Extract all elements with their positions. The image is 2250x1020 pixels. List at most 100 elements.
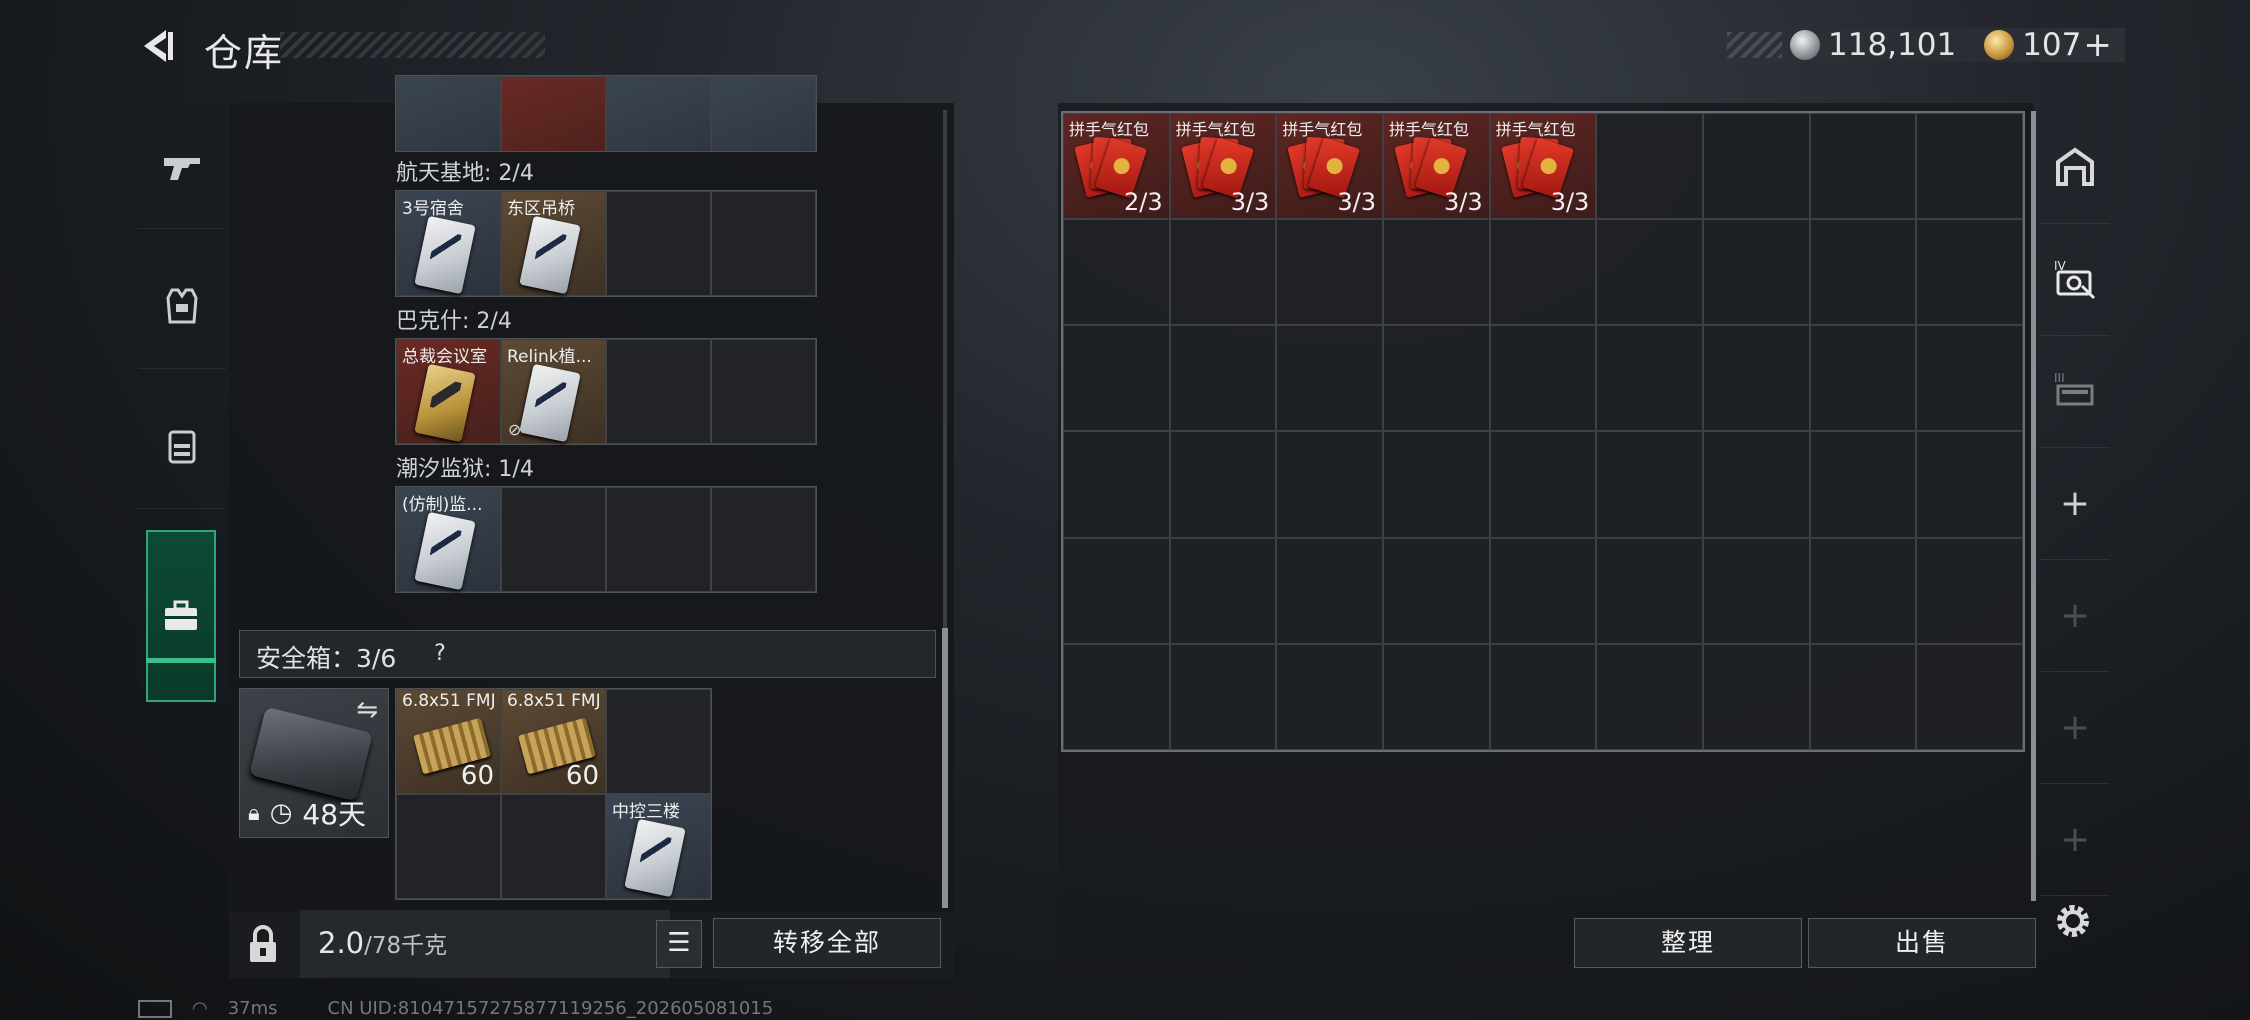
empty-stash-slot[interactable] — [1489, 537, 1597, 644]
empty-stash-slot[interactable] — [1702, 113, 1810, 220]
empty-stash-slot[interactable] — [1063, 219, 1170, 326]
key-slot[interactable] — [711, 76, 816, 151]
empty-stash-slot[interactable] — [1382, 219, 1490, 326]
empty-stash-slot[interactable] — [1276, 431, 1383, 538]
empty-slot[interactable] — [711, 487, 816, 592]
empty-stash-slot[interactable] — [1702, 431, 1810, 538]
empty-stash-slot[interactable] — [1702, 643, 1810, 750]
empty-stash-slot[interactable] — [1169, 431, 1277, 538]
list-view-button[interactable]: ☰ — [656, 920, 702, 968]
empty-stash-slot[interactable] — [1809, 325, 1917, 432]
empty-stash-slot[interactable] — [1276, 325, 1383, 432]
empty-slot[interactable] — [711, 191, 816, 296]
sell-button[interactable]: 出售 — [1808, 918, 2036, 968]
key-item[interactable]: (仿制)监... — [396, 487, 501, 592]
add-stash-tab-button[interactable]: + — [2040, 447, 2110, 560]
key-item[interactable]: Relink植... ⊘ — [501, 339, 606, 444]
stash-tab-ammo-case[interactable]: III — [2040, 335, 2110, 448]
key-item[interactable]: 东区吊桥 — [501, 191, 606, 296]
empty-stash-slot[interactable] — [1916, 643, 2023, 750]
empty-stash-slot[interactable] — [1489, 643, 1597, 750]
empty-stash-slot[interactable] — [1382, 431, 1490, 538]
safe-box-case[interactable]: ⇋ 🔒︎ ◷ 48天 — [239, 688, 389, 838]
empty-stash-slot[interactable] — [1596, 219, 1703, 326]
empty-slot[interactable] — [606, 689, 711, 794]
empty-slot[interactable] — [606, 339, 711, 444]
key-item[interactable]: 总裁会议室 — [396, 339, 501, 444]
empty-stash-slot[interactable] — [1382, 643, 1490, 750]
empty-stash-slot[interactable] — [1702, 537, 1810, 644]
empty-stash-slot[interactable] — [1489, 219, 1597, 326]
help-icon[interactable]: ? — [425, 639, 455, 669]
red-envelope-icon — [1180, 136, 1254, 199]
empty-stash-slot[interactable] — [1916, 537, 2023, 644]
swap-icon[interactable]: ⇋ — [356, 695, 378, 725]
stash-item[interactable]: 拼手气红包 3/3 — [1382, 113, 1490, 220]
empty-stash-slot[interactable] — [1916, 113, 2023, 220]
key-slot[interactable] — [396, 76, 501, 151]
add-gold-button[interactable]: + — [2083, 25, 2112, 65]
empty-stash-slot[interactable] — [1489, 325, 1597, 432]
empty-stash-slot[interactable] — [1809, 219, 1917, 326]
empty-stash-slot[interactable] — [1169, 219, 1277, 326]
empty-stash-slot[interactable] — [1169, 325, 1277, 432]
empty-slot[interactable] — [396, 794, 501, 899]
empty-stash-slot[interactable] — [1063, 537, 1170, 644]
empty-stash-slot[interactable] — [1596, 325, 1703, 432]
ammo-item[interactable]: 6.8x51 FMJ 60 — [501, 689, 606, 794]
empty-stash-slot[interactable] — [1276, 643, 1383, 750]
empty-stash-slot[interactable] — [1276, 219, 1383, 326]
empty-stash-slot[interactable] — [1596, 643, 1703, 750]
empty-slot[interactable] — [606, 487, 711, 592]
stash-item[interactable]: 拼手气红包 3/3 — [1276, 113, 1383, 220]
empty-stash-slot[interactable] — [1169, 537, 1277, 644]
key-item[interactable]: 3号宿舍 — [396, 191, 501, 296]
tab-armor[interactable] — [138, 243, 226, 369]
stash-tab-key-case[interactable]: IV — [2040, 223, 2110, 336]
empty-stash-slot[interactable] — [1916, 431, 2023, 538]
empty-stash-slot[interactable] — [1809, 431, 1917, 538]
empty-stash-slot[interactable] — [1276, 537, 1383, 644]
empty-stash-slot[interactable] — [1916, 219, 2023, 326]
key-slot[interactable] — [501, 76, 606, 151]
empty-stash-slot[interactable] — [1063, 325, 1170, 432]
tab-toolbox[interactable] — [146, 530, 216, 702]
key-item[interactable]: 中控三楼 — [606, 794, 711, 899]
empty-stash-slot[interactable] — [1596, 431, 1703, 538]
stash-item[interactable]: 拼手气红包 3/3 — [1489, 113, 1597, 220]
stash-scrollbar[interactable] — [2031, 111, 2036, 901]
ammo-name: 6.8x51 FMJ — [402, 692, 496, 711]
scrollbar-thumb[interactable] — [942, 628, 948, 908]
empty-stash-slot[interactable] — [1382, 325, 1490, 432]
empty-slot[interactable] — [711, 339, 816, 444]
back-arrow-icon[interactable] — [138, 26, 178, 66]
empty-stash-slot[interactable] — [1916, 325, 2023, 432]
empty-slot[interactable] — [501, 794, 606, 899]
tab-backpack[interactable] — [138, 383, 226, 509]
empty-stash-slot[interactable] — [1809, 537, 1917, 644]
empty-stash-slot[interactable] — [1596, 113, 1703, 220]
empty-stash-slot[interactable] — [1809, 643, 1917, 750]
lock-button-icon[interactable] — [241, 922, 285, 968]
stash-item[interactable]: 拼手气红包 3/3 — [1169, 113, 1277, 220]
empty-stash-slot[interactable] — [1596, 537, 1703, 644]
empty-stash-slot[interactable] — [1382, 537, 1490, 644]
empty-stash-slot[interactable] — [1702, 325, 1810, 432]
case-days: 48天 — [302, 798, 367, 831]
tab-weapon[interactable] — [138, 103, 226, 229]
empty-stash-slot[interactable] — [1063, 643, 1170, 750]
empty-slot[interactable] — [606, 191, 711, 296]
empty-stash-slot[interactable] — [1063, 431, 1170, 538]
empty-slot[interactable] — [501, 487, 606, 592]
empty-stash-slot[interactable] — [1169, 643, 1277, 750]
key-slot[interactable] — [606, 76, 711, 151]
ammo-item[interactable]: 6.8x51 FMJ 60 — [396, 689, 501, 794]
settings-gear-icon[interactable] — [2050, 898, 2096, 944]
empty-stash-slot[interactable] — [1489, 431, 1597, 538]
empty-stash-slot[interactable] — [1809, 113, 1917, 220]
stash-item[interactable]: 拼手气红包 2/3 — [1063, 113, 1170, 220]
organize-button[interactable]: 整理 — [1574, 918, 1802, 968]
empty-stash-slot[interactable] — [1702, 219, 1810, 326]
transfer-all-button[interactable]: 转移全部 — [713, 918, 941, 968]
stash-tab-warehouse[interactable] — [2040, 111, 2110, 224]
